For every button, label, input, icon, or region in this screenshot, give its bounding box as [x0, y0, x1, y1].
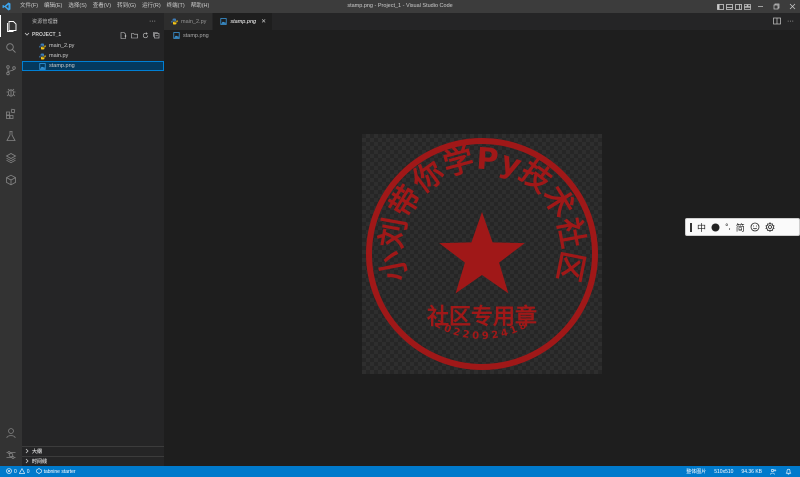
- title-controls: [716, 0, 800, 13]
- python-file-icon: [38, 42, 46, 50]
- explorer-sidebar: 资源管理器 ··· PROJECT_1 main_2.py main.py st…: [22, 13, 164, 466]
- tabnine-status[interactable]: tabnine starter: [35, 467, 76, 476]
- warning-count: 0: [26, 468, 30, 475]
- project-section-header[interactable]: PROJECT_1: [22, 29, 164, 41]
- toggle-secondary-sidebar-icon[interactable]: [734, 0, 743, 13]
- timeline-title: 时间线: [32, 459, 48, 465]
- image-file-size: 94.36 KB: [741, 468, 762, 475]
- tab-stamp-png[interactable]: stamp.png ✕: [213, 13, 274, 30]
- chevron-right-icon: [24, 448, 30, 456]
- source-control-icon[interactable]: [0, 59, 22, 81]
- extensions-icon[interactable]: [0, 103, 22, 125]
- timeline-section-header[interactable]: 时间线: [22, 456, 164, 466]
- chevron-down-icon: [24, 31, 30, 39]
- toggle-sidebar-icon[interactable]: [716, 0, 725, 13]
- feedback-icon[interactable]: [770, 468, 777, 475]
- menu-edit[interactable]: 编辑(E): [41, 0, 65, 13]
- file-name: main_2.py: [49, 43, 75, 49]
- split-editor-icon[interactable]: [773, 17, 781, 27]
- image-dimensions: 510x510: [714, 468, 734, 475]
- ime-toolbar: 中 °, 简: [685, 218, 800, 236]
- warning-icon: [18, 467, 25, 476]
- file-item-main-2-py[interactable]: main_2.py: [22, 41, 164, 51]
- menu-run[interactable]: 运行(R): [139, 0, 164, 13]
- restore-button[interactable]: [768, 0, 784, 13]
- title-bar: 文件(F) 编辑(E) 选择(S) 查看(V) 转到(G) 运行(R) 终端(T…: [0, 0, 800, 13]
- account-icon[interactable]: [0, 422, 22, 444]
- new-folder-icon[interactable]: [130, 31, 138, 39]
- tabnine-label: tabnine starter: [43, 468, 76, 475]
- collapse-all-icon[interactable]: [152, 31, 160, 39]
- ime-settings-gear-icon[interactable]: [765, 222, 775, 232]
- explorer-actions: [119, 31, 164, 39]
- ime-emoji-icon[interactable]: [750, 222, 760, 232]
- outline-section-header[interactable]: 大纲: [22, 446, 164, 456]
- remote-explorer-icon[interactable]: [0, 169, 22, 191]
- tabnine-icon: [35, 467, 42, 476]
- editor-area: main_2.py stamp.png ✕ ··· stamp.png 小刘带你…: [164, 13, 800, 466]
- menu-go[interactable]: 转到(G): [114, 0, 139, 13]
- refresh-icon[interactable]: [141, 31, 149, 39]
- ime-mode-toggle[interactable]: 中: [697, 221, 706, 234]
- stamp-image: 小刘带你学Py技术社区 社区专用章 2022092418: [366, 138, 598, 370]
- python-file-icon: [38, 52, 46, 60]
- sidebar-header: 资源管理器 ···: [22, 13, 164, 29]
- more-actions-button[interactable]: ···: [149, 18, 156, 25]
- image-preview[interactable]: 小刘带你学Py技术社区 社区专用章 2022092418: [362, 134, 602, 374]
- menu-file[interactable]: 文件(F): [17, 0, 41, 13]
- image-file-icon: [219, 18, 227, 26]
- menu-view[interactable]: 查看(V): [90, 0, 114, 13]
- close-tab-icon[interactable]: ✕: [261, 18, 266, 25]
- explorer-icon[interactable]: [0, 15, 22, 37]
- sidebar-bottom-sections: 大纲 时间线: [22, 446, 164, 466]
- run-debug-icon[interactable]: [0, 81, 22, 103]
- layers-icon[interactable]: [0, 147, 22, 169]
- ime-charset-toggle[interactable]: 简: [736, 221, 745, 234]
- image-file-icon: [172, 32, 180, 40]
- tab-main-2-py[interactable]: main_2.py: [164, 13, 214, 30]
- breadcrumb: stamp.png: [164, 30, 800, 41]
- menu-help[interactable]: 帮助(H): [188, 0, 213, 13]
- search-icon[interactable]: [0, 37, 22, 59]
- vscode-logo-icon: [0, 0, 13, 13]
- stamp-star-icon: [439, 212, 525, 294]
- new-file-icon[interactable]: [119, 31, 127, 39]
- outline-title: 大纲: [32, 449, 43, 455]
- testing-icon[interactable]: [0, 125, 22, 147]
- problems-indicator[interactable]: 0 0: [6, 467, 30, 476]
- editor-tabs: main_2.py stamp.png ✕ ···: [164, 13, 800, 30]
- notifications-bell-icon[interactable]: [785, 468, 792, 475]
- tab-label: stamp.png: [230, 18, 257, 25]
- minimize-button[interactable]: [752, 0, 768, 13]
- activity-bar: [0, 13, 22, 466]
- breadcrumb-item[interactable]: stamp.png: [183, 33, 209, 39]
- tab-label: main_2.py: [181, 18, 207, 25]
- menu-terminal[interactable]: 终端(T): [164, 0, 188, 13]
- ime-halfwidth-icon[interactable]: [711, 223, 720, 232]
- status-bar: 0 0 tabnine starter 整体图片 510x510 94.36 K…: [0, 466, 800, 477]
- file-item-main-py[interactable]: main.py: [22, 51, 164, 61]
- editor-actions: ···: [773, 13, 794, 30]
- close-window-button[interactable]: [784, 0, 800, 13]
- customize-layout-icon[interactable]: [743, 0, 752, 13]
- menu-bar: 文件(F) 编辑(E) 选择(S) 查看(V) 转到(G) 运行(R) 终端(T…: [17, 0, 212, 13]
- file-item-stamp-png[interactable]: stamp.png: [22, 61, 164, 71]
- ime-punctuation-toggle[interactable]: °,: [725, 223, 731, 231]
- python-file-icon: [170, 18, 178, 26]
- menu-selection[interactable]: 选择(S): [65, 0, 89, 13]
- image-file-icon: [38, 62, 46, 70]
- toggle-panel-icon[interactable]: [725, 0, 734, 13]
- more-actions-icon[interactable]: ···: [787, 18, 794, 25]
- error-count: 0: [14, 468, 17, 475]
- sidebar-title: 资源管理器: [32, 18, 59, 25]
- file-name: main.py: [49, 53, 69, 59]
- file-name: stamp.png: [49, 63, 75, 69]
- chevron-right-icon: [24, 458, 30, 466]
- image-mode-status[interactable]: 整体图片: [686, 468, 706, 475]
- project-name: PROJECT_1: [32, 32, 62, 38]
- error-icon: [6, 467, 12, 476]
- manage-gear-icon[interactable]: [0, 444, 22, 466]
- ime-drag-handle[interactable]: [690, 222, 692, 232]
